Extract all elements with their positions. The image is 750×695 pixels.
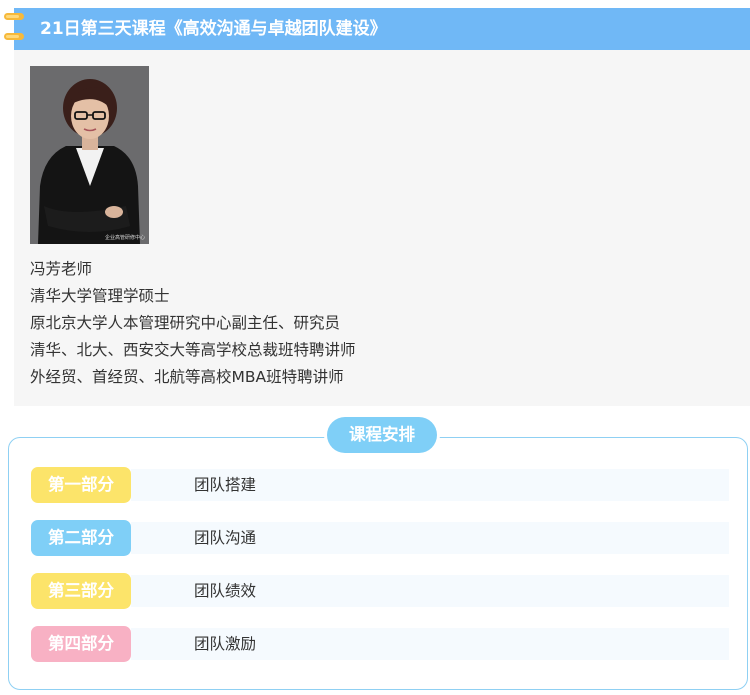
- course-header-banner: 21日第三天课程《高效沟通与卓越团队建设》: [14, 8, 750, 50]
- part-label-pill: 第一部分: [31, 467, 131, 503]
- teacher-name: 冯芳老师: [30, 260, 93, 278]
- teacher-photo: 企业高管研修中心: [30, 66, 149, 244]
- course-schedule-box: 课程安排 第一部分 团队搭建 第二部分 团队沟通 第三部分 团队绩效 第四部分 …: [8, 417, 748, 690]
- schedule-row: 第三部分 团队绩效: [31, 573, 729, 609]
- teacher-bio: 冯芳老师 清华大学管理学硕士 原北京大学人本管理研究中心副主任、研究员 清华、北…: [30, 256, 356, 391]
- schedule-badge: 课程安排: [327, 417, 437, 453]
- part-label-pill: 第三部分: [31, 573, 131, 609]
- part-topic: 团队绩效: [194, 582, 257, 600]
- part-topic: 团队沟通: [194, 529, 257, 547]
- teacher-bio-line: 清华大学管理学硕士: [30, 287, 170, 305]
- schedule-row: 第二部分 团队沟通: [31, 520, 729, 556]
- teacher-portrait-image: [30, 66, 149, 244]
- schedule-row: 第一部分 团队搭建: [31, 467, 729, 503]
- teacher-card: 企业高管研修中心 冯芳老师 清华大学管理学硕士 原北京大学人本管理研究中心副主任…: [14, 50, 750, 406]
- part-topic: 团队激励: [194, 635, 257, 653]
- teacher-bio-line: 清华、北大、西安交大等高学校总裁班特聘讲师: [30, 341, 356, 359]
- course-page: 21日第三天课程《高效沟通与卓越团队建设》 企业高管研修中心 冯芳老师 清华大学…: [0, 0, 750, 695]
- part-label-pill: 第四部分: [31, 626, 131, 662]
- binder-ring-icon: [4, 13, 24, 20]
- teacher-bio-line: 原北京大学人本管理研究中心副主任、研究员: [30, 314, 341, 332]
- course-title: 21日第三天课程《高效沟通与卓越团队建设》: [40, 19, 387, 39]
- photo-watermark: 企业高管研修中心: [104, 235, 145, 241]
- part-label-pill: 第二部分: [31, 520, 131, 556]
- binder-ring-icon: [4, 33, 24, 40]
- teacher-bio-line: 外经贸、首经贸、北航等高校MBA班特聘讲师: [30, 368, 344, 386]
- part-topic: 团队搭建: [194, 476, 257, 494]
- schedule-row: 第四部分 团队激励: [31, 626, 729, 662]
